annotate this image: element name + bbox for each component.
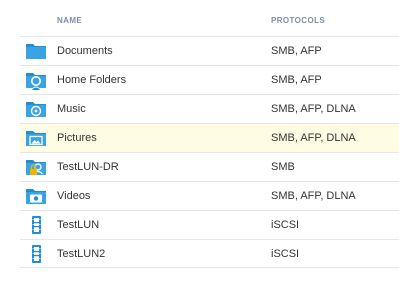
share-protocols: SMB bbox=[271, 161, 295, 173]
share-protocols: iSCSI bbox=[271, 248, 300, 260]
home-folder-icon bbox=[25, 70, 47, 90]
video-folder-icon bbox=[25, 186, 47, 206]
column-header-name[interactable]: NAME bbox=[57, 16, 82, 25]
share-name: TestLUN2 bbox=[57, 248, 106, 260]
table-row[interactable]: Documents SMB, AFP bbox=[20, 36, 399, 65]
table-header: NAME PROTOCOLS bbox=[20, 0, 399, 36]
share-name: Music bbox=[57, 103, 86, 115]
folder-icon bbox=[25, 41, 47, 61]
table-row[interactable]: Music SMB, AFP, DLNA bbox=[20, 94, 399, 123]
table-row[interactable]: TestLUN2 iSCSI bbox=[20, 239, 399, 268]
music-folder-icon bbox=[25, 99, 47, 119]
share-protocols: SMB, AFP, DLNA bbox=[271, 103, 356, 115]
iscsi-lun-icon bbox=[25, 215, 47, 235]
share-protocols: SMB, AFP, DLNA bbox=[271, 190, 356, 202]
shares-table: NAME PROTOCOLS Documents SMB, AFP Home F… bbox=[20, 0, 399, 268]
iscsi-lun-icon bbox=[25, 244, 47, 264]
table-row[interactable]: TestLUN-DR SMB bbox=[20, 152, 399, 181]
share-name: Documents bbox=[57, 45, 113, 57]
table-row[interactable]: Home Folders SMB, AFP bbox=[20, 65, 399, 94]
share-protocols: iSCSI bbox=[271, 219, 300, 231]
share-protocols: SMB, AFP bbox=[271, 74, 322, 86]
share-protocols: SMB, AFP, DLNA bbox=[271, 132, 356, 144]
locked-folder-icon bbox=[25, 157, 47, 177]
share-name: Home Folders bbox=[57, 74, 127, 86]
picture-folder-icon bbox=[25, 128, 47, 148]
table-row[interactable]: Videos SMB, AFP, DLNA bbox=[20, 181, 399, 210]
share-name: Videos bbox=[57, 190, 91, 202]
table-row[interactable]: Pictures SMB, AFP, DLNA bbox=[20, 123, 399, 152]
column-header-protocols[interactable]: PROTOCOLS bbox=[271, 16, 325, 25]
share-protocols: SMB, AFP bbox=[271, 45, 322, 57]
table-row[interactable]: TestLUN iSCSI bbox=[20, 210, 399, 239]
share-name: Pictures bbox=[57, 132, 97, 144]
share-name: TestLUN bbox=[57, 219, 100, 231]
share-name: TestLUN-DR bbox=[57, 161, 119, 173]
